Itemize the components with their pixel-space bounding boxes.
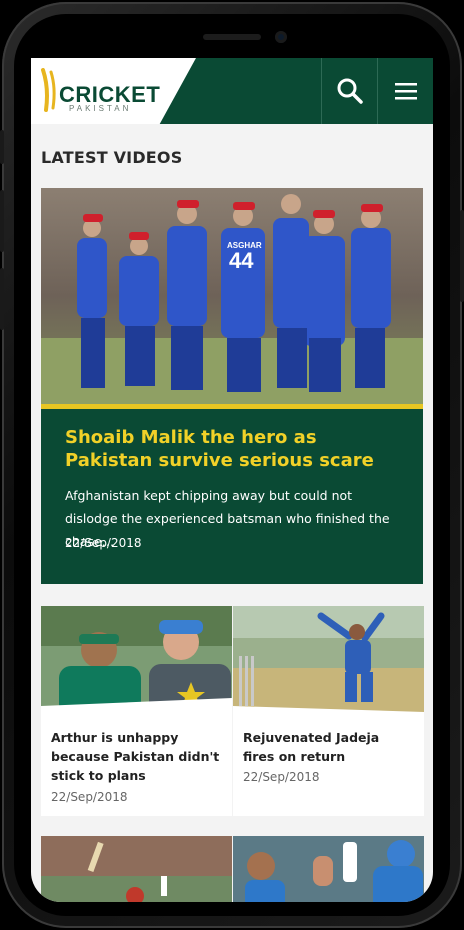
site-header: CRICKET PAKISTAN: [31, 58, 433, 124]
featured-video-thumbnail[interactable]: 44 ASGHAR: [41, 188, 423, 404]
section-title: LATEST VIDEOS: [41, 148, 183, 167]
logo-mark-icon: [41, 68, 56, 112]
power-button: [460, 210, 464, 302]
speaker: [203, 34, 261, 40]
logo[interactable]: CRICKET PAKISTAN: [31, 58, 196, 124]
video-thumbnail[interactable]: [41, 606, 232, 716]
search-icon: [337, 78, 363, 104]
india-team-celebration-image: [233, 836, 424, 902]
phone-frame: CRICKET PAKISTAN LATEST VIDEOS 44 ASGHAR…: [0, 0, 464, 930]
jadeja-celebration-image: [233, 606, 424, 716]
logo-subtitle: PAKISTAN: [69, 104, 132, 113]
video-date: 22/Sep/2018: [243, 770, 320, 784]
batsman-celebration-image: [41, 836, 232, 902]
svg-text:ASGHAR: ASGHAR: [227, 241, 262, 250]
video-card-thumbnail-partial[interactable]: [233, 836, 424, 902]
video-card-thumbnail-partial[interactable]: [41, 836, 232, 902]
mute-switch: [0, 130, 4, 164]
menu-button[interactable]: [377, 58, 433, 124]
video-card[interactable]: Arthur is unhappy because Pakistan didn'…: [41, 606, 232, 816]
volume-up-button: [0, 190, 4, 252]
screen: CRICKET PAKISTAN LATEST VIDEOS 44 ASGHAR…: [31, 58, 433, 902]
video-title[interactable]: Arthur is unhappy because Pakistan didn'…: [51, 728, 223, 785]
video-thumbnail[interactable]: [233, 606, 424, 716]
hamburger-menu-icon: [395, 83, 417, 100]
front-camera: [275, 31, 287, 43]
video-title[interactable]: Rejuvenated Jadeja fires on return: [243, 728, 413, 766]
coach-players-image: [41, 606, 232, 716]
team-celebration-image: 44 ASGHAR: [41, 188, 423, 404]
video-date: 22/Sep/2018: [51, 790, 128, 804]
volume-down-button: [0, 268, 4, 330]
search-button[interactable]: [321, 58, 378, 124]
svg-text:44: 44: [229, 248, 254, 273]
video-card[interactable]: Rejuvenated Jadeja fires on return 22/Se…: [233, 606, 424, 816]
featured-video-date: 22/Sep/2018: [65, 536, 142, 550]
featured-video-card[interactable]: 44 ASGHAR Shoaib Malik the hero as Pakis…: [41, 188, 423, 584]
accent-bar: [41, 404, 423, 409]
featured-video-title[interactable]: Shoaib Malik the hero as Pakistan surviv…: [65, 426, 405, 472]
